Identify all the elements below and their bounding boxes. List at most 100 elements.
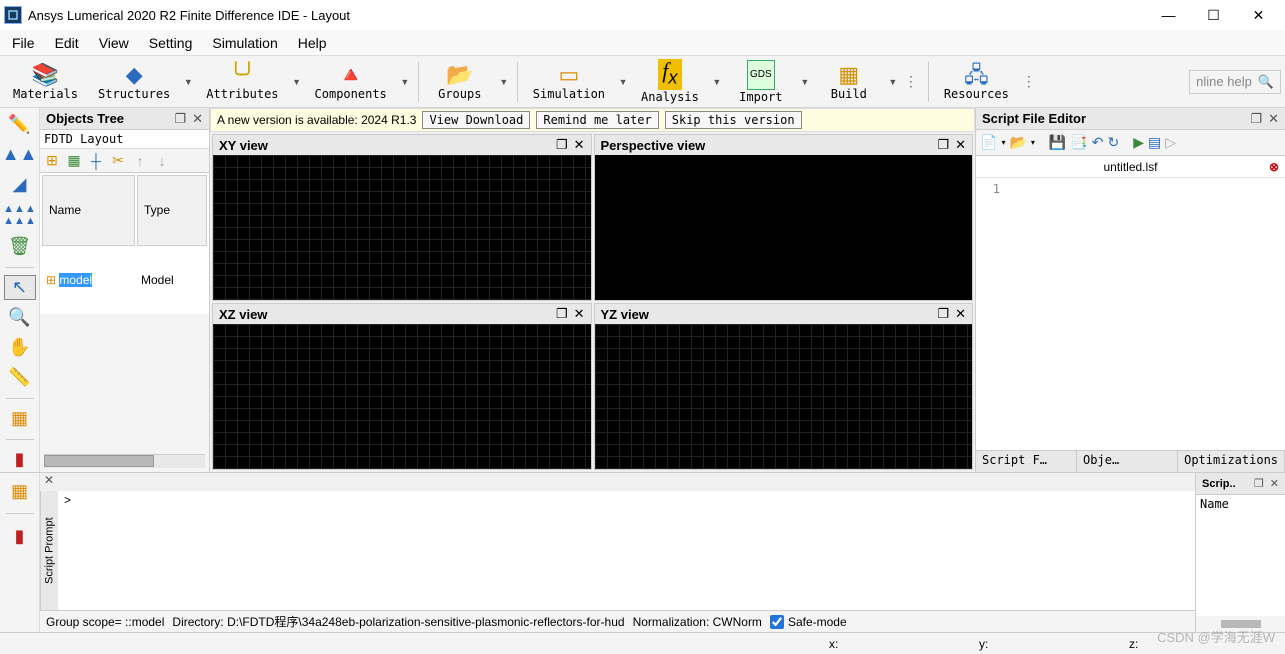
tree-cut-icon[interactable]: ✂ bbox=[108, 152, 128, 169]
build-dropdown[interactable]: ▼ bbox=[886, 58, 900, 106]
safe-mode-checkbox[interactable] bbox=[770, 615, 784, 629]
simulation-button[interactable]: ▭Simulation bbox=[524, 58, 614, 106]
tree-axes-icon[interactable]: ┼ bbox=[86, 153, 106, 169]
analysis-button[interactable]: fxAnalysis bbox=[632, 58, 708, 106]
structures-dropdown[interactable]: ▼ bbox=[181, 58, 195, 106]
skip-version-button[interactable]: Skip this version bbox=[665, 111, 802, 129]
close-file-icon[interactable]: ⊗ bbox=[1269, 160, 1279, 174]
import-icon: GDS bbox=[747, 60, 775, 90]
script-textarea[interactable]: 1 bbox=[976, 178, 1285, 450]
console-close-icon[interactable]: ✕ bbox=[44, 473, 54, 491]
groups-dropdown[interactable]: ▼ bbox=[497, 58, 511, 106]
attributes-dropdown[interactable]: ▼ bbox=[290, 58, 304, 106]
open-file-icon[interactable]: 📂 bbox=[1009, 134, 1026, 151]
run-icon[interactable]: ▶ bbox=[1133, 134, 1144, 151]
view-float-icon[interactable]: ❐ bbox=[556, 137, 568, 153]
analysis-dropdown[interactable]: ▼ bbox=[710, 58, 724, 106]
tree-expand-icon[interactable]: ⊞ bbox=[42, 152, 62, 169]
tree-down-icon[interactable]: ↓ bbox=[152, 153, 172, 169]
script-filename-tab[interactable]: untitled.lsf ⊗ bbox=[976, 156, 1285, 178]
tab-script-file[interactable]: Script F… bbox=[976, 451, 1077, 472]
panel-close-icon[interactable]: ✕ bbox=[1270, 477, 1279, 490]
panel-float-icon[interactable]: ❐ bbox=[1254, 477, 1264, 490]
table-row[interactable]: ⊞ modelModel bbox=[42, 248, 207, 312]
save-icon[interactable]: 💾 bbox=[1049, 134, 1066, 151]
menu-edit[interactable]: Edit bbox=[45, 32, 89, 54]
app-icon bbox=[4, 6, 22, 24]
remind-later-button[interactable]: Remind me later bbox=[536, 111, 658, 129]
banner-text: A new version is available: 2024 R1.3 bbox=[217, 113, 416, 127]
tree-grid-icon[interactable]: ▦ bbox=[64, 152, 84, 169]
slab-tool-2[interactable]: ▮ bbox=[4, 522, 36, 550]
components-button[interactable]: 🔺Components bbox=[306, 58, 396, 106]
menu-simulation[interactable]: Simulation bbox=[202, 32, 287, 54]
materials-button[interactable]: 📚Materials bbox=[4, 58, 87, 106]
array-tool[interactable]: ▲▲▲▲▲▲ bbox=[4, 202, 36, 228]
resources-button[interactable]: 🖧Resources bbox=[935, 58, 1018, 106]
panel-close-icon[interactable]: ✕ bbox=[1268, 111, 1279, 127]
yz-view[interactable]: YZ view❐✕ bbox=[594, 303, 974, 470]
tab-objects[interactable]: Obje… bbox=[1077, 451, 1178, 472]
minimize-button[interactable]: — bbox=[1146, 1, 1191, 29]
close-button[interactable]: ✕ bbox=[1236, 1, 1281, 29]
tab-optimizations[interactable]: Optimizations … bbox=[1178, 451, 1285, 472]
grid-tool[interactable]: ▦ bbox=[4, 407, 36, 431]
menu-file[interactable]: File bbox=[2, 32, 45, 54]
view-close-icon[interactable]: ✕ bbox=[955, 137, 966, 153]
attributes-button[interactable]: ╰╯Attributes bbox=[197, 58, 287, 106]
panel-close-icon[interactable]: ✕ bbox=[192, 111, 203, 127]
build-button[interactable]: ▦Build bbox=[814, 58, 884, 106]
panel-float-icon[interactable]: ❐ bbox=[174, 111, 186, 127]
view-close-icon[interactable]: ✕ bbox=[955, 306, 966, 322]
structures-button[interactable]: ◆Structures bbox=[89, 58, 179, 106]
tree-scrollbar[interactable] bbox=[44, 454, 205, 468]
col-type[interactable]: Type bbox=[137, 175, 207, 246]
view-float-icon[interactable]: ❐ bbox=[556, 306, 568, 322]
simulation-dropdown[interactable]: ▼ bbox=[616, 58, 630, 106]
import-button[interactable]: GDSImport bbox=[726, 58, 796, 106]
toolbar-overflow-2[interactable]: ⋮ bbox=[1020, 73, 1040, 90]
groups-icon: 📂 bbox=[446, 63, 473, 87]
materials-icon: 📚 bbox=[32, 63, 59, 87]
delete-tool[interactable]: 🗑 bbox=[4, 234, 36, 258]
pan-tool[interactable]: ✋ bbox=[4, 336, 36, 360]
redo-icon[interactable]: ↻ bbox=[1108, 134, 1120, 151]
menu-setting[interactable]: Setting bbox=[139, 32, 203, 54]
new-file-icon[interactable]: 📄 bbox=[980, 134, 997, 151]
import-dropdown[interactable]: ▼ bbox=[798, 58, 812, 106]
view-close-icon[interactable]: ✕ bbox=[574, 137, 585, 153]
col-name[interactable]: Name bbox=[42, 175, 135, 246]
view-float-icon[interactable]: ❐ bbox=[937, 306, 949, 322]
perspective-view[interactable]: Perspective view❐✕ bbox=[594, 134, 974, 301]
toolbar-overflow[interactable]: ⋮ bbox=[902, 73, 922, 90]
panel-float-icon[interactable]: ❐ bbox=[1250, 111, 1262, 127]
view-float-icon[interactable]: ❐ bbox=[937, 137, 949, 153]
layout-icon[interactable]: ▤ bbox=[1148, 134, 1161, 151]
console-input[interactable]: > bbox=[58, 491, 1195, 610]
help-search[interactable]: nline help🔍 bbox=[1189, 70, 1281, 94]
tree-up-icon[interactable]: ↑ bbox=[130, 153, 150, 169]
xz-view[interactable]: XZ view❐✕ bbox=[212, 303, 592, 470]
draw-tool[interactable]: ✏️ bbox=[4, 112, 36, 136]
select-tool[interactable]: ↖ bbox=[4, 275, 36, 299]
save-all-icon[interactable]: 📑 bbox=[1070, 134, 1087, 151]
xy-view[interactable]: XY view❐✕ bbox=[212, 134, 592, 301]
view-download-button[interactable]: View Download bbox=[422, 111, 530, 129]
zoom-tool[interactable]: 🔍 bbox=[4, 306, 36, 330]
step-icon[interactable]: ▷ bbox=[1165, 134, 1176, 151]
undo-icon[interactable]: ↶ bbox=[1092, 134, 1104, 151]
triangles-tool[interactable]: ▲▲ bbox=[4, 142, 36, 166]
groups-button[interactable]: 📂Groups bbox=[425, 58, 495, 106]
slab-tool[interactable]: ▮ bbox=[4, 448, 36, 472]
menu-view[interactable]: View bbox=[89, 32, 139, 54]
ruler-tool[interactable]: 📏 bbox=[4, 366, 36, 390]
maximize-button[interactable]: ☐ bbox=[1191, 1, 1236, 29]
grid-tool-2[interactable]: ▦ bbox=[4, 477, 36, 505]
view-close-icon[interactable]: ✕ bbox=[574, 306, 585, 322]
material-tool[interactable]: ◢ bbox=[4, 172, 36, 196]
menu-help[interactable]: Help bbox=[288, 32, 337, 54]
components-dropdown[interactable]: ▼ bbox=[398, 58, 412, 106]
analysis-icon: fx bbox=[658, 59, 681, 89]
main-toolbar: 📚Materials ◆Structures▼ ╰╯Attributes▼ 🔺C… bbox=[0, 56, 1285, 108]
objects-table: NameType ⊞ modelModel bbox=[40, 173, 209, 314]
